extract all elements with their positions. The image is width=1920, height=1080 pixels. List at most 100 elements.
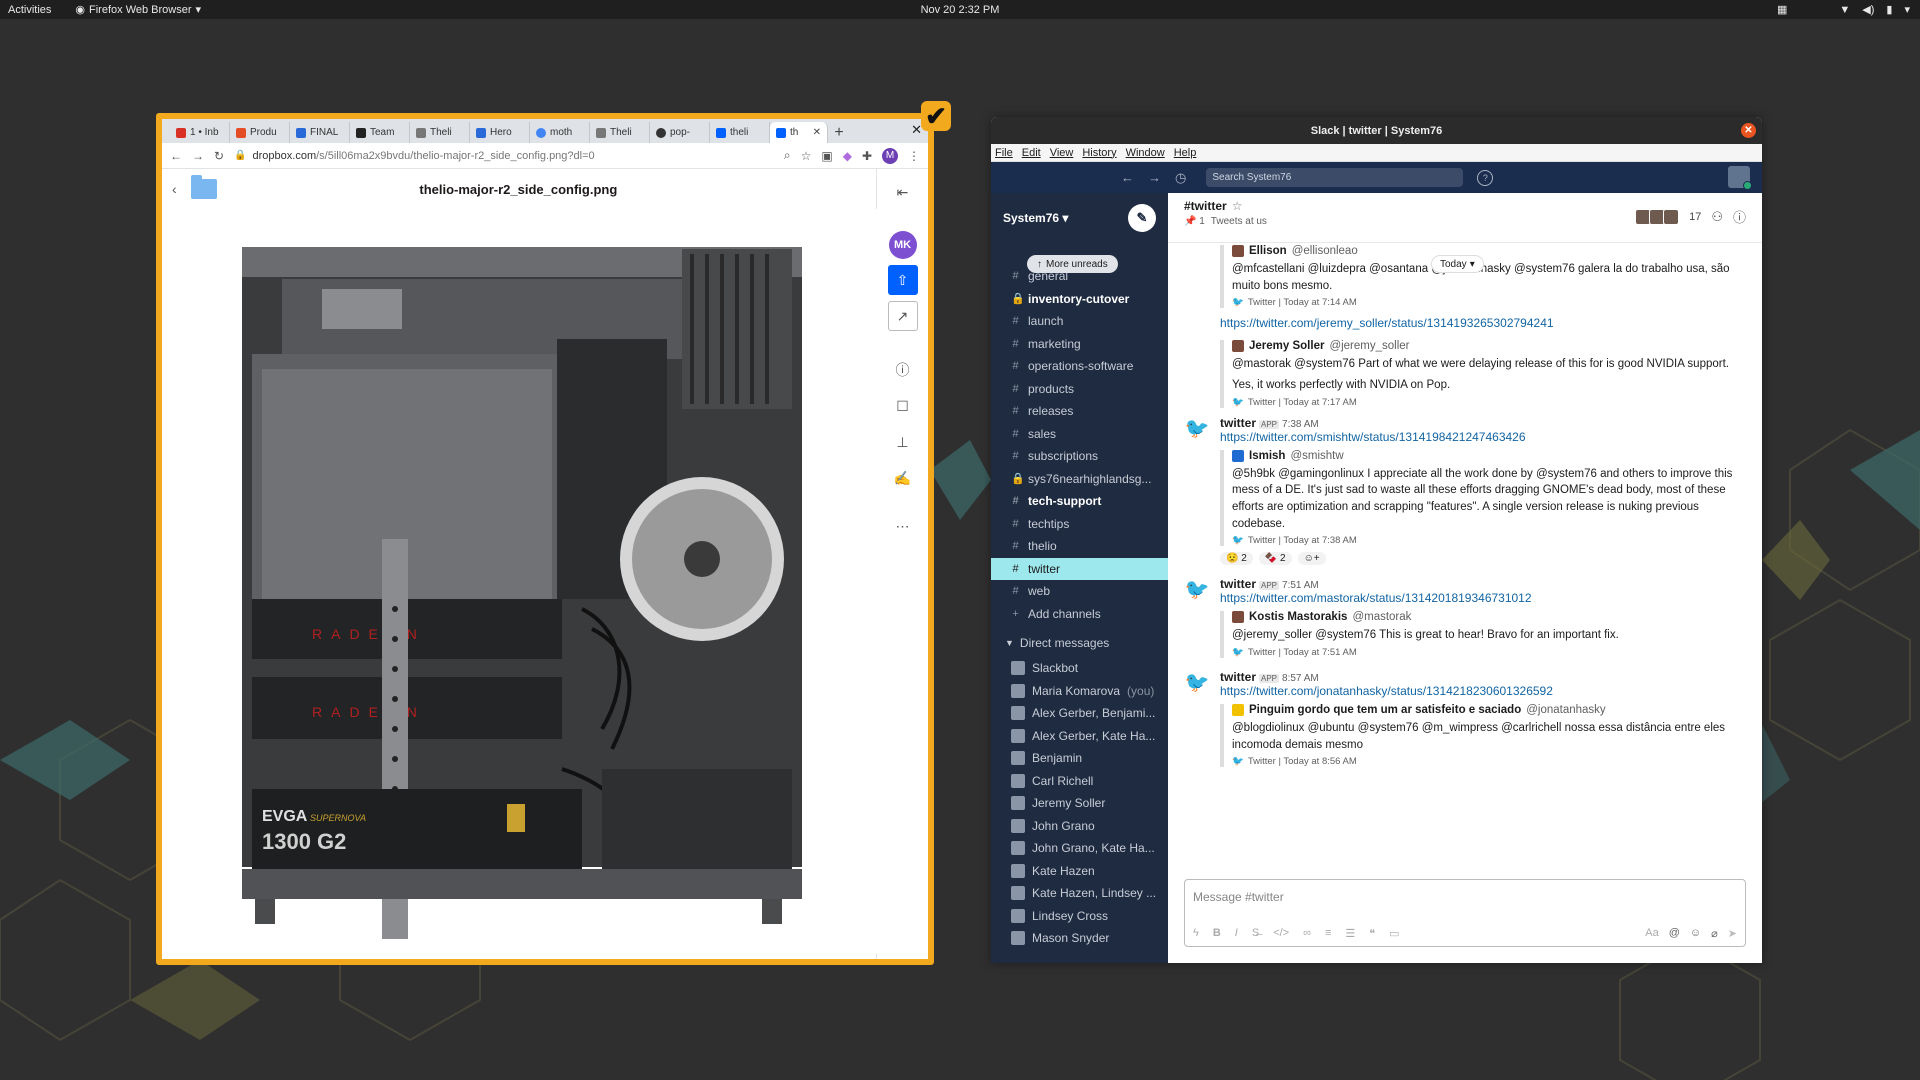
- open-external-icon[interactable]: ↗: [887, 301, 918, 331]
- italic-icon[interactable]: I: [1235, 927, 1238, 940]
- menu-view[interactable]: View: [1050, 147, 1074, 159]
- attach-icon[interactable]: ⌀: [1711, 927, 1718, 940]
- sender-name[interactable]: twitter: [1220, 416, 1256, 430]
- history-clock-icon[interactable]: ◷: [1175, 170, 1186, 186]
- sidebar-channel-item[interactable]: # releases: [991, 400, 1168, 423]
- browser-tab[interactable]: theli: [710, 122, 770, 143]
- tweet-handle[interactable]: @mastorak: [1352, 611, 1411, 623]
- tweet-link[interactable]: https://twitter.com/mastorak/status/1314…: [1220, 591, 1746, 605]
- pin-icon[interactable]: 📌 1: [1184, 216, 1205, 227]
- sidebar-dm-item[interactable]: John Grano, Kate Ha...: [991, 837, 1168, 860]
- collapse-panel-icon[interactable]: ⇤: [888, 177, 918, 207]
- tweet-handle[interactable]: @jonatanhasky: [1526, 704, 1605, 716]
- sidebar-channel-item[interactable]: 🔒 inventory-cutover: [991, 288, 1168, 311]
- browser-tab[interactable]: Hero: [470, 122, 530, 143]
- close-window-button[interactable]: ✕: [1741, 123, 1756, 138]
- tweet-author[interactable]: Ismish: [1249, 450, 1285, 462]
- back-arrow-icon[interactable]: ←: [1121, 170, 1134, 185]
- folder-icon[interactable]: [190, 175, 217, 199]
- zoom-icon[interactable]: ⌕: [784, 148, 791, 163]
- tweet-link[interactable]: https://twitter.com/jeremy_soller/status…: [1220, 316, 1554, 330]
- format-text-icon[interactable]: Aa: [1645, 927, 1658, 940]
- browser-tab[interactable]: Theli: [410, 122, 470, 143]
- menu-history[interactable]: History: [1082, 147, 1116, 159]
- emoji-icon[interactable]: ☺: [1690, 927, 1701, 940]
- search-input[interactable]: Search System76: [1206, 168, 1464, 187]
- tweet-handle[interactable]: @smishtw: [1290, 450, 1343, 462]
- date-divider-today[interactable]: Today ▾: [1431, 255, 1484, 273]
- app-menu[interactable]: ◉ Firefox Web Browser ▾: [61, 3, 201, 17]
- system-tray[interactable]: ▦ ▼ ◀) ▮ ▾: [1777, 3, 1910, 17]
- message-composer[interactable]: Message #twitter ϟ B I S̶ </> ∞ ≡ ☰ ❝ ▭ …: [1184, 879, 1746, 947]
- signature-icon[interactable]: ✍: [888, 463, 918, 493]
- browser-tab[interactable]: 1 • Inb: [170, 122, 230, 143]
- forward-arrow-icon[interactable]: →: [1148, 170, 1161, 185]
- activities-button[interactable]: Activities: [0, 4, 61, 16]
- browser-tab[interactable]: Theli: [590, 122, 650, 143]
- sidebar-channel-item[interactable]: # sales: [991, 423, 1168, 446]
- sidebar-dm-item[interactable]: Alex Gerber, Kate Ha...: [991, 725, 1168, 748]
- timestamp[interactable]: 8:57 AM: [1282, 673, 1319, 684]
- sidebar-dm-item[interactable]: Kate Hazen: [991, 860, 1168, 883]
- sender-name[interactable]: twitter: [1220, 577, 1256, 591]
- sidebar-dm-item[interactable]: Lindsey Cross: [991, 905, 1168, 928]
- close-tab-icon[interactable]: ✕: [813, 127, 821, 138]
- code-block-icon[interactable]: ▭: [1389, 927, 1399, 940]
- reaction-pill[interactable]: 🍫 2: [1258, 552, 1292, 566]
- blockquote-icon[interactable]: ❝: [1369, 927, 1375, 940]
- sidebar-dm-item[interactable]: Alex Gerber, Benjami...: [991, 702, 1168, 725]
- tweet-author[interactable]: Jeremy Soller: [1249, 340, 1324, 352]
- channel-topic[interactable]: Tweets at us: [1211, 216, 1267, 227]
- browser-tab[interactable]: FINAL: [290, 122, 350, 143]
- tweet-link[interactable]: https://twitter.com/jonatanhasky/status/…: [1220, 684, 1746, 698]
- member-count[interactable]: 17: [1689, 211, 1701, 223]
- timestamp[interactable]: 7:38 AM: [1282, 419, 1319, 430]
- sidebar-channel-item[interactable]: # marketing: [991, 333, 1168, 356]
- direct-messages-header[interactable]: ▼ Direct messages: [991, 629, 1168, 657]
- new-tab-button[interactable]: +: [828, 122, 850, 143]
- profile-avatar[interactable]: M: [882, 147, 898, 164]
- sidebar-dm-item[interactable]: Jeremy Soller: [991, 792, 1168, 815]
- forward-arrow-icon[interactable]: →: [192, 149, 204, 163]
- menu-edit[interactable]: Edit: [1022, 147, 1041, 159]
- sidebar-channel-active[interactable]: # twitter: [991, 557, 1168, 580]
- channel-title[interactable]: #twitter: [1184, 199, 1227, 213]
- sidebar-channel-item[interactable]: # subscriptions: [991, 445, 1168, 468]
- strikethrough-icon[interactable]: S̶: [1252, 927, 1259, 940]
- share-button[interactable]: ⇧: [887, 265, 918, 295]
- sidebar-dm-item[interactable]: Maria Komarova (you): [991, 680, 1168, 703]
- sidebar-channel-item[interactable]: 🔒 sys76nearhighlandsg...: [991, 468, 1168, 491]
- member-avatars[interactable]: [1635, 208, 1680, 225]
- workspace-grid-icon[interactable]: ▦: [1777, 3, 1787, 16]
- mention-icon[interactable]: @: [1669, 927, 1680, 940]
- menu-file[interactable]: File: [995, 147, 1013, 159]
- add-reaction-button[interactable]: ☺+: [1297, 552, 1326, 566]
- ordered-list-icon[interactable]: ≡: [1325, 927, 1331, 940]
- more-unreads-button[interactable]: ↑ More unreads: [1027, 255, 1118, 273]
- compose-icon[interactable]: ✎: [1128, 204, 1156, 232]
- kebab-menu-icon[interactable]: ⋮: [908, 149, 920, 163]
- user-avatar[interactable]: MK: [888, 231, 917, 259]
- lightning-icon[interactable]: ϟ: [1193, 927, 1199, 940]
- extension-icon[interactable]: ◆: [843, 149, 852, 163]
- menu-help[interactable]: Help: [1174, 147, 1197, 159]
- browser-tab-active[interactable]: th ✕: [770, 122, 828, 143]
- comment-icon[interactable]: ☐: [888, 391, 918, 421]
- bullet-list-icon[interactable]: ☰: [1345, 927, 1355, 940]
- code-icon[interactable]: </>: [1273, 927, 1289, 940]
- sidebar-channel-item[interactable]: # thelio: [991, 535, 1168, 558]
- more-options-icon[interactable]: ⋯: [888, 511, 918, 541]
- tweet-author[interactable]: Kostis Mastorakis: [1249, 611, 1347, 623]
- help-icon[interactable]: ?: [1477, 169, 1494, 186]
- puzzle-icon[interactable]: ✚: [862, 149, 872, 163]
- star-icon[interactable]: ☆: [1232, 199, 1243, 213]
- sidebar-dm-item[interactable]: Benjamin: [991, 747, 1168, 770]
- sidebar-channel-item[interactable]: # operations-software: [991, 355, 1168, 378]
- sidebar-channel-item[interactable]: # techtips: [991, 513, 1168, 536]
- menu-window[interactable]: Window: [1126, 147, 1165, 159]
- stamp-icon[interactable]: ⊥: [888, 427, 918, 457]
- bold-icon[interactable]: B: [1213, 927, 1221, 940]
- info-icon[interactable]: ⓘ: [1733, 207, 1746, 226]
- back-arrow-icon[interactable]: ←: [170, 149, 182, 163]
- link-icon[interactable]: ∞: [1303, 927, 1311, 940]
